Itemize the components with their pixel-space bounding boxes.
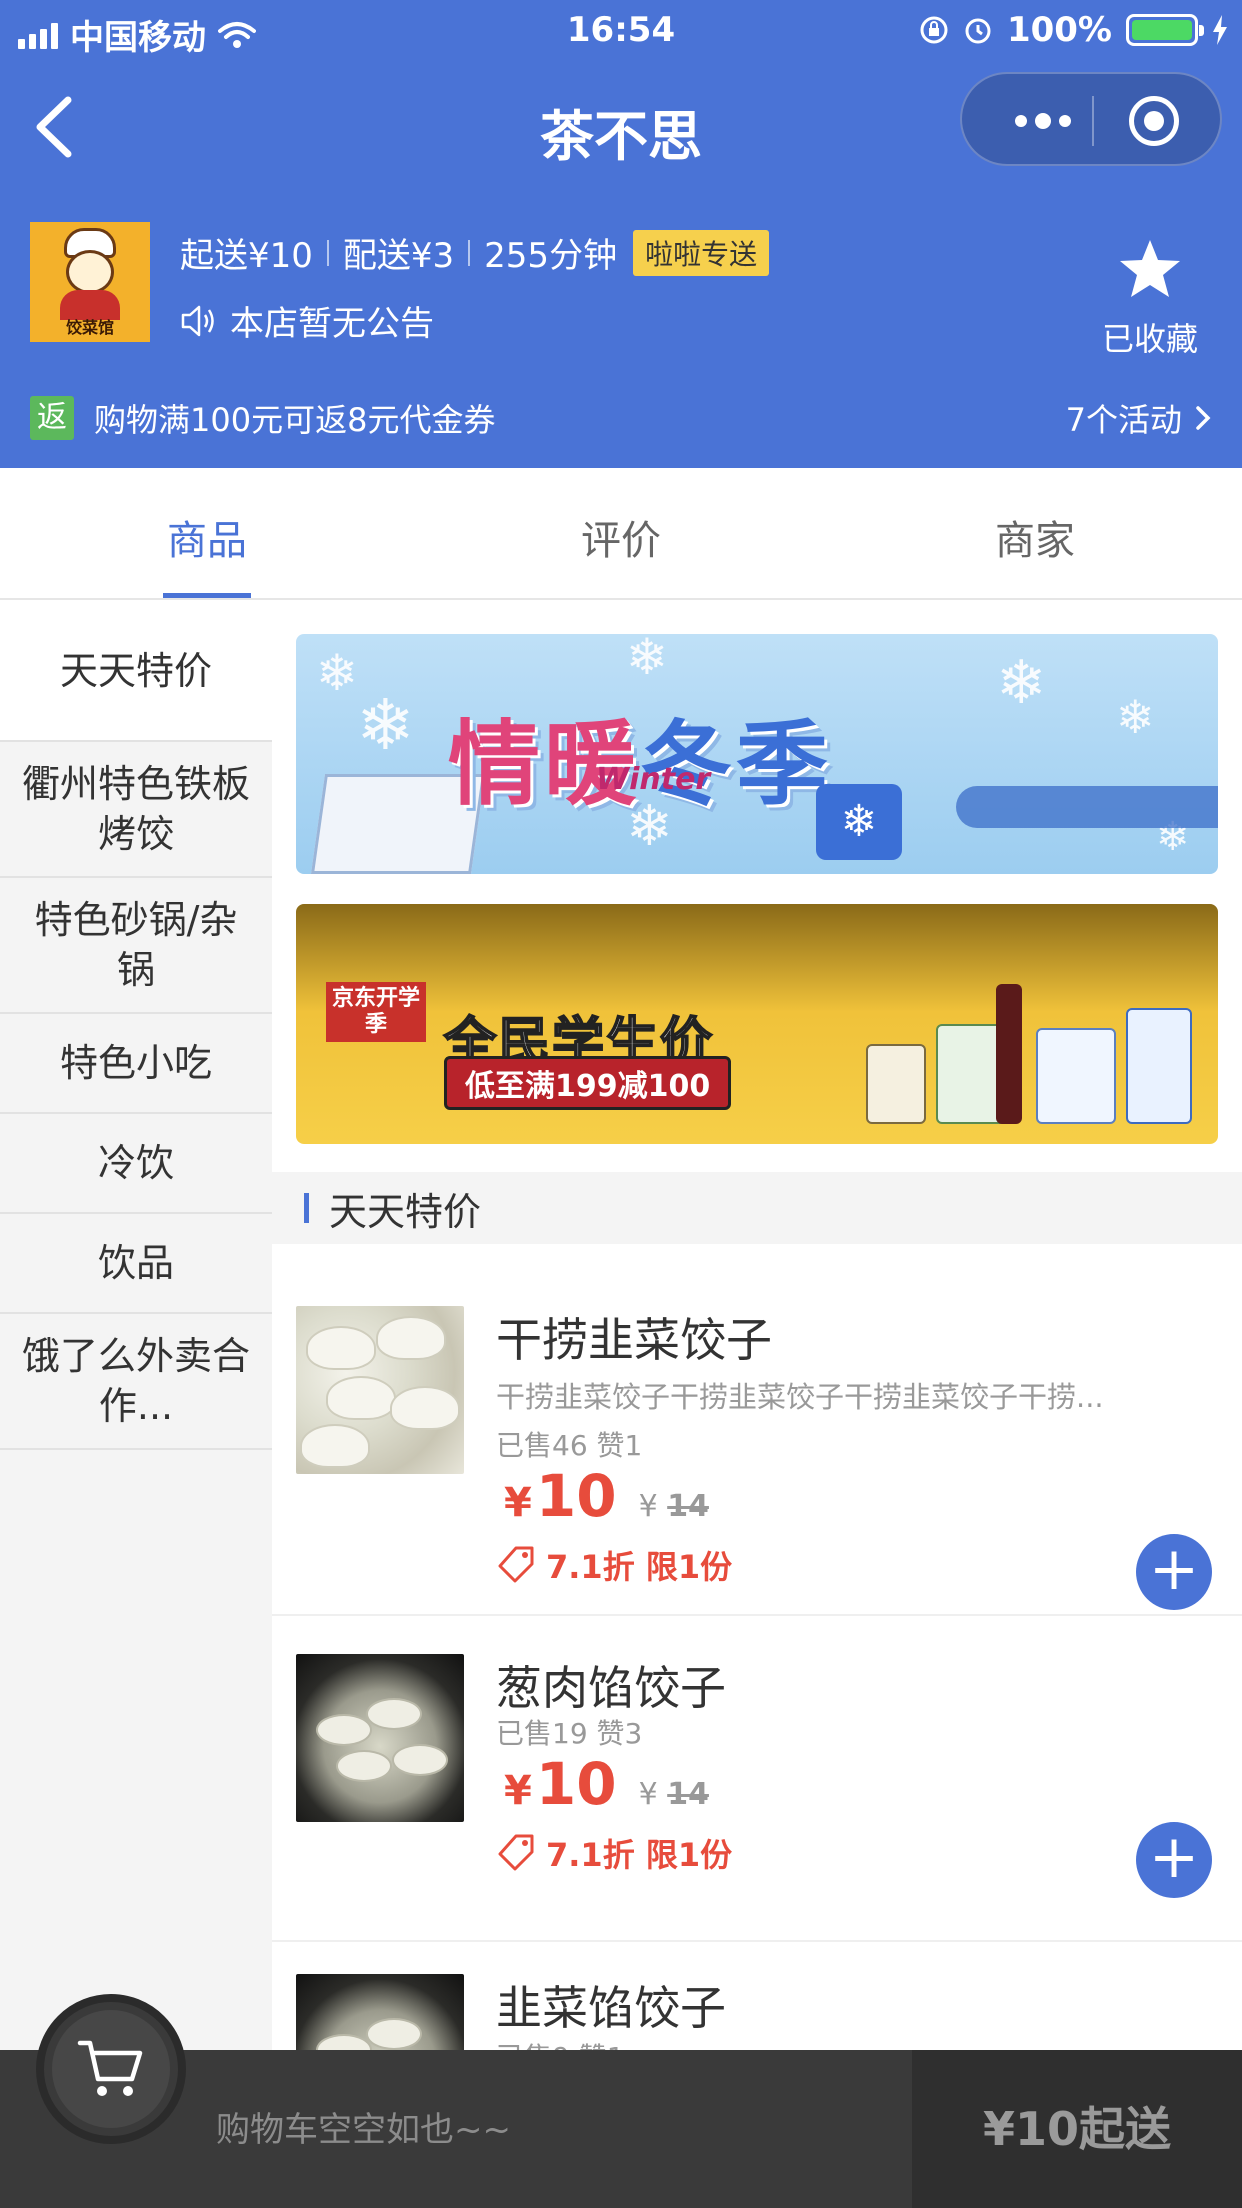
food-item[interactable]: 韭菜馅饺子 已售9 赞1 — [272, 1942, 1242, 2052]
winter-banner-subtitle: Winter — [596, 762, 711, 797]
food-item[interactable]: 干捞韭菜饺子 干捞韭菜饺子干捞韭菜饺子干捞韭菜饺子干捞... 已售46 赞1 ¥… — [272, 1276, 1242, 1616]
miniapp-capsule — [960, 72, 1222, 166]
battery-icon — [1126, 14, 1204, 46]
shop-notice[interactable]: 本店暂无公告 — [180, 296, 434, 345]
status-bar: 中国移动 16:54 100% — [0, 0, 1242, 62]
add-to-cart-button[interactable]: + — [1136, 1534, 1212, 1610]
activities-label: 7个活动 — [1065, 401, 1182, 439]
food-name: 韭菜馅饺子 — [496, 1981, 726, 2035]
tab-merchant[interactable]: 商家 — [828, 468, 1242, 598]
food-name: 葱肉馅饺子 — [496, 1661, 726, 1715]
delivery-time: 255分钟 — [484, 236, 618, 276]
food-discount: 7.1折 限1份 — [496, 1542, 732, 1588]
food-discount: 7.1折 限1份 — [496, 1830, 732, 1876]
activities-link[interactable]: 7个活动 — [1066, 390, 1212, 446]
food-name: 干捞韭菜饺子 — [496, 1313, 772, 1367]
cart-button[interactable] — [36, 1994, 186, 2144]
rotation-lock-icon — [920, 16, 948, 44]
category-item[interactable]: 饮品 — [0, 1214, 272, 1314]
delivery-badge: 啦啦专送 — [633, 229, 770, 276]
food-sales: 已售19 赞3 — [496, 1717, 643, 1750]
favorite-label: 已收藏 — [1101, 320, 1198, 358]
alarm-icon — [965, 18, 991, 44]
close-target-icon[interactable] — [1129, 96, 1179, 146]
shop-tabs: 商品 评价 商家 — [0, 468, 1242, 600]
add-to-cart-button[interactable]: + — [1136, 1822, 1212, 1898]
delivery-meta: 起送¥10 配送¥3 255分钟 啦啦专送 — [180, 228, 770, 277]
cart-icon — [77, 2040, 143, 2096]
category-sidebar: 天天特价 衢州特色铁板烤饺 特色砂锅/杂锅 特色小吃 冷饮 饮品 饿了么外卖合作… — [0, 602, 272, 2052]
jd-logo: 京东开学季 — [326, 982, 426, 1042]
food-price: ¥ 10 ¥ 14 — [504, 1462, 709, 1530]
food-description: 干捞韭菜饺子干捞韭菜饺子干捞韭菜饺子干捞... — [496, 1380, 1104, 1414]
star-icon — [1120, 240, 1180, 297]
food-thumbnail — [296, 1974, 464, 2052]
student-banner-subtitle: 低至满199减100 — [444, 1056, 732, 1110]
section-accent-bar — [304, 1193, 309, 1223]
tab-goods[interactable]: 商品 — [0, 468, 414, 598]
favorite-button[interactable]: 已收藏 — [1090, 238, 1210, 360]
shop-info: 饺菜馆 起送¥10 配送¥3 255分钟 啦啦专送 本店暂无公告 已收藏 — [30, 222, 1210, 362]
promo-bar[interactable]: 返 购物满100元可返8元代金券 7个活动 — [30, 390, 1212, 446]
tag-icon — [498, 1834, 534, 1871]
tag-icon — [498, 1546, 534, 1583]
chevron-right-icon — [1196, 406, 1211, 430]
food-thumbnail — [296, 1306, 464, 1474]
food-sales: 已售46 赞1 — [496, 1429, 643, 1462]
products-graphic — [856, 974, 1196, 1124]
charging-icon — [1213, 15, 1227, 45]
snowflake-tag-icon: ❄ — [816, 784, 902, 860]
category-item[interactable]: 衢州特色铁板烤饺 — [0, 742, 272, 878]
category-item[interactable]: 特色砂锅/杂锅 — [0, 878, 272, 1014]
promo-text: 购物满100元可返8元代金券 — [94, 401, 496, 439]
category-item[interactable]: 天天特价 — [0, 602, 272, 742]
category-item[interactable]: 特色小吃 — [0, 1014, 272, 1114]
battery-percent: 100% — [1006, 10, 1112, 50]
cart-empty-text: 购物车空空如也~~ — [216, 2110, 511, 2150]
banner-icon-strip — [956, 786, 1218, 828]
min-order-button[interactable]: ¥10起送 — [912, 2050, 1242, 2208]
shop-header: 中国移动 16:54 100% 茶不思 饺菜馆 起送¥10 配送¥3 255分钟… — [0, 0, 1242, 468]
capsule-divider — [1092, 96, 1094, 146]
section-title: 天天特价 — [329, 1189, 482, 1234]
rebate-badge: 返 — [30, 396, 74, 440]
shop-logo-text: 饺菜馆 — [65, 318, 114, 337]
more-dots-icon[interactable] — [998, 74, 1088, 168]
food-price: ¥ 10 ¥ 14 — [504, 1750, 709, 1818]
category-item[interactable]: 饿了么外卖合作... — [0, 1314, 272, 1450]
cart-bar: 购物车空空如也~~ ¥10起送 — [0, 1994, 1242, 2208]
food-item[interactable]: 葱肉馅饺子 已售19 赞3 ¥ 10 ¥ 14 7.1折 限1份 + — [272, 1616, 1242, 1942]
food-thumbnail — [296, 1654, 464, 1822]
category-item[interactable]: 冷饮 — [0, 1114, 272, 1214]
notice-text: 本店暂无公告 — [230, 304, 434, 344]
min-order: 起送¥10 — [180, 236, 313, 276]
winter-banner-title: 情暖冬季 — [448, 711, 833, 818]
delivery-fee: 配送¥3 — [342, 236, 455, 276]
section-header: 天天特价 — [272, 1172, 1242, 1244]
shop-logo: 饺菜馆 — [30, 222, 150, 342]
speaker-icon — [181, 305, 214, 336]
nav-bar: 茶不思 — [0, 62, 1242, 192]
goods-list: ❄ ❄ ❄ ❄ ❄ ❄ ❄ 情暖冬季 Winter ❄ 京东开学季 全民学生价 … — [272, 602, 1242, 2052]
winter-banner[interactable]: ❄ ❄ ❄ ❄ ❄ ❄ ❄ 情暖冬季 Winter ❄ — [296, 634, 1218, 874]
tab-reviews[interactable]: 评价 — [414, 468, 828, 598]
student-price-banner[interactable]: 京东开学季 全民学生价 低至满199减100 — [296, 904, 1218, 1144]
